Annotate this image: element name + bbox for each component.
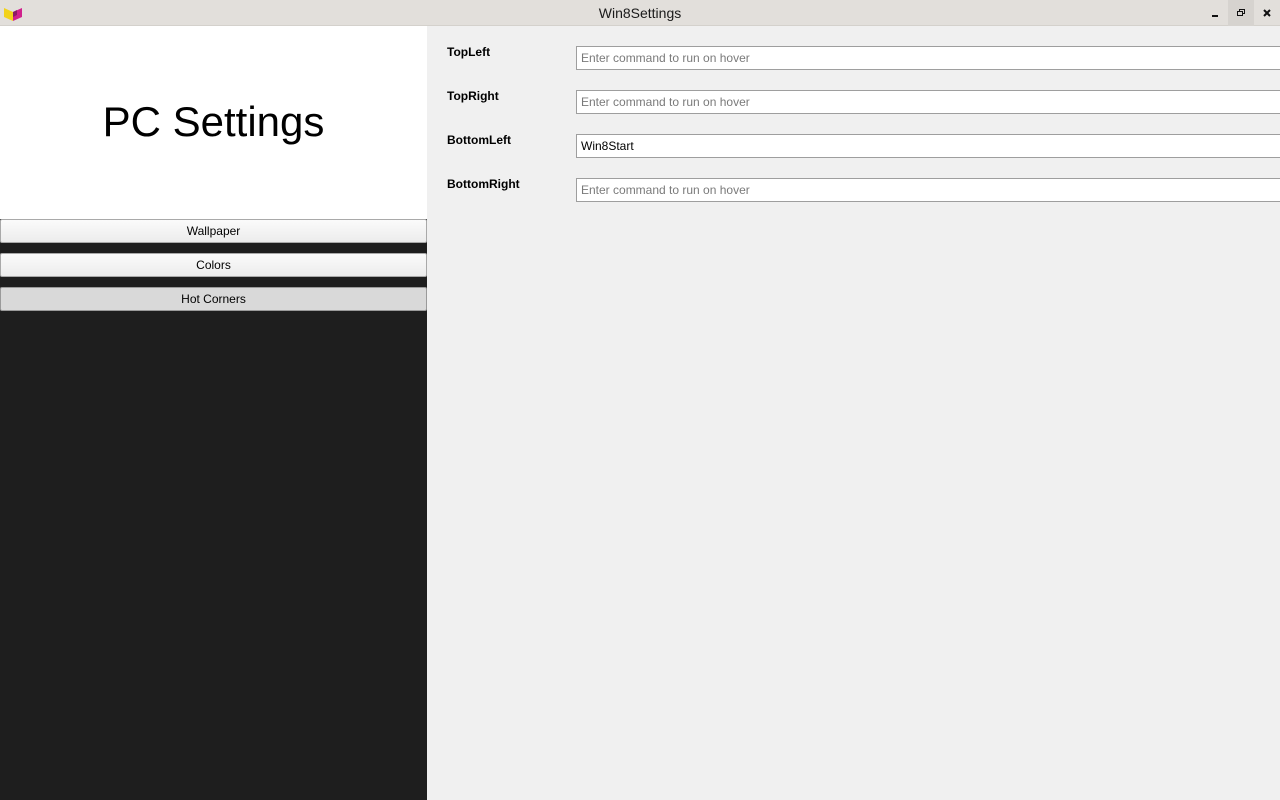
minimize-button[interactable] <box>1202 0 1228 26</box>
close-icon <box>1263 9 1271 17</box>
maximize-button[interactable] <box>1228 0 1254 26</box>
window-title: Win8Settings <box>598 5 682 21</box>
bottom-right-label: BottomRight <box>447 177 520 191</box>
bottom-left-label: BottomLeft <box>447 133 511 147</box>
title-bar: Win8Settings <box>0 0 1280 26</box>
bottom-left-command-input[interactable] <box>576 134 1280 158</box>
sidebar-item-wallpaper[interactable]: Wallpaper <box>0 219 427 243</box>
sidebar: PC Settings Wallpaper Colors Hot Corners <box>0 26 427 800</box>
hot-corners-panel: TopLeft TopRight BottomLeft BottomRight <box>427 26 1280 800</box>
bottom-right-command-input[interactable] <box>576 178 1280 202</box>
sidebar-item-hot-corners[interactable]: Hot Corners <box>0 287 427 311</box>
sidebar-header: PC Settings <box>0 26 427 219</box>
top-right-command-input[interactable] <box>576 90 1280 114</box>
top-left-label: TopLeft <box>447 45 491 59</box>
top-left-command-input[interactable] <box>576 46 1280 70</box>
sidebar-item-colors[interactable]: Colors <box>0 253 427 277</box>
top-right-label: TopRight <box>447 89 499 103</box>
close-button[interactable] <box>1254 0 1280 26</box>
minimize-icon <box>1212 15 1218 17</box>
page-title: PC Settings <box>102 98 325 145</box>
restore-icon <box>1237 9 1245 16</box>
